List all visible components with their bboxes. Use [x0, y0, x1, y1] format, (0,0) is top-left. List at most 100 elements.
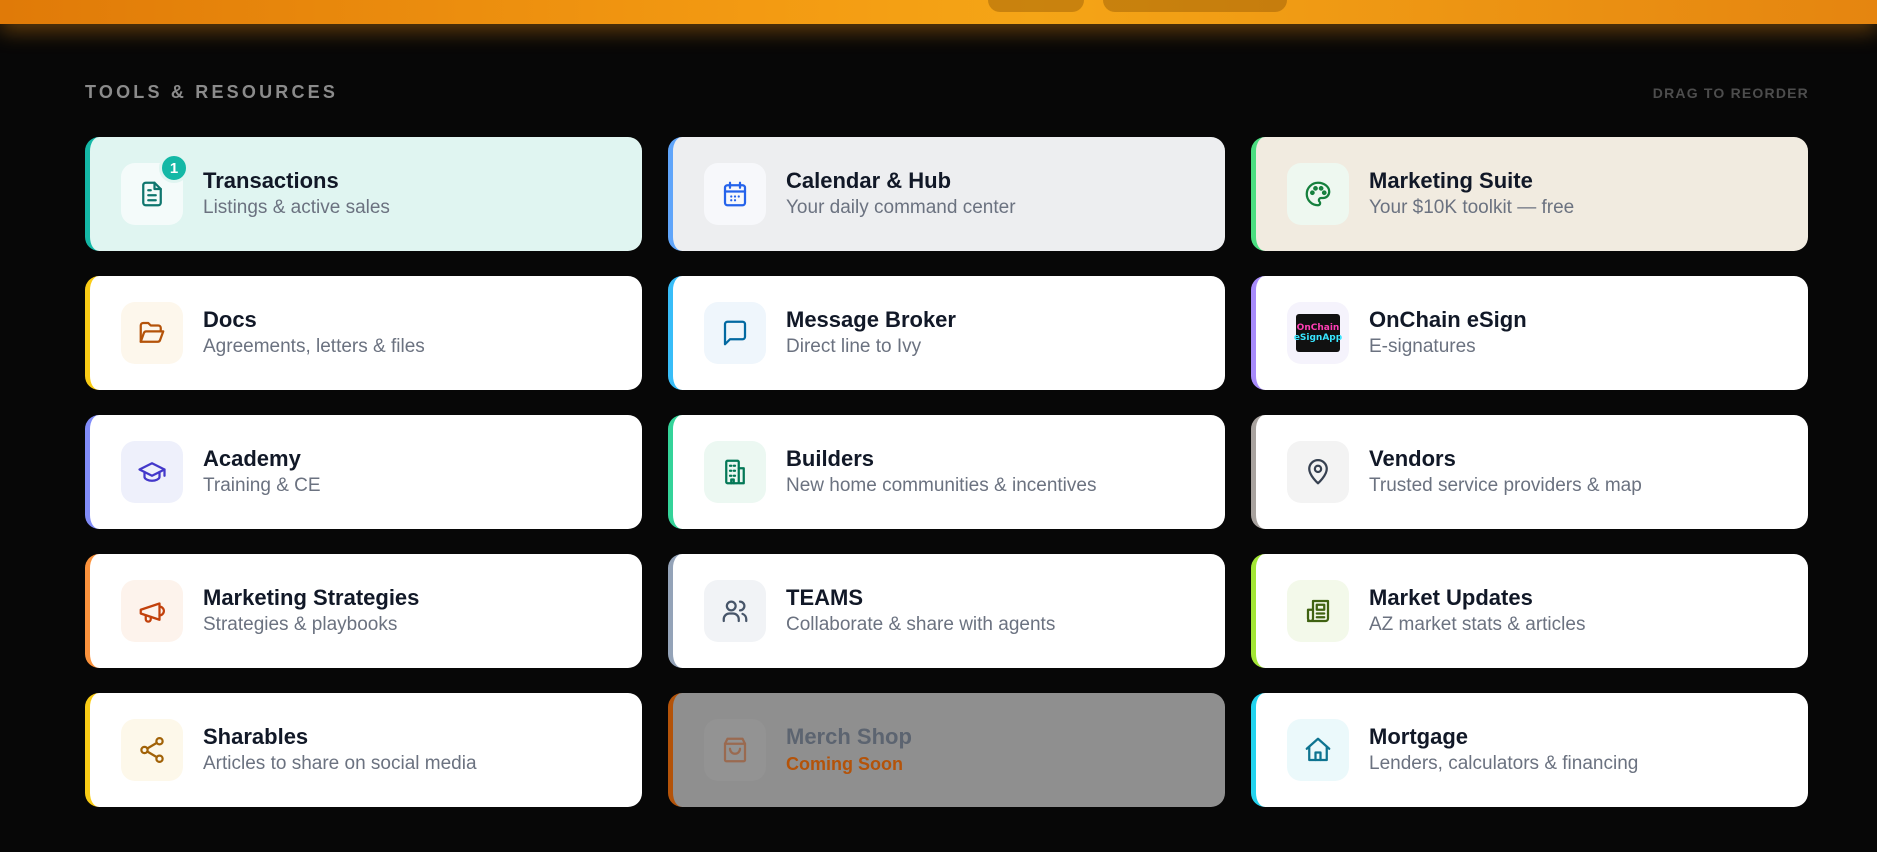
- card-text: Message Broker Direct line to Ivy: [786, 306, 956, 360]
- card-calendar-hub[interactable]: Calendar & Hub Your daily command center: [668, 137, 1225, 251]
- card-subtitle: Your $10K toolkit — free: [1369, 197, 1575, 218]
- building-icon: [720, 457, 750, 487]
- card-text: Transactions Listings & active sales: [203, 167, 390, 221]
- card-subtitle: Agreements, letters & files: [203, 336, 425, 357]
- card-text: Marketing Suite Your $10K toolkit — free: [1369, 167, 1574, 221]
- card-title: Vendors: [1369, 446, 1456, 471]
- logo-text: OnChain: [1296, 323, 1340, 333]
- icon-box: OnChain eSignApp: [1287, 302, 1349, 364]
- card-title: OnChain eSign: [1369, 307, 1527, 332]
- card-subtitle: Articles to share on social media: [203, 753, 477, 774]
- card-subtitle: Strategies & playbooks: [203, 614, 398, 635]
- card-subtitle: New home communities & incentives: [786, 475, 1097, 496]
- section-title: TOOLS & RESOURCES: [85, 82, 339, 102]
- card-subtitle: Your daily command center: [786, 197, 1016, 218]
- card-title: Message Broker: [786, 307, 956, 332]
- esign-logo-icon: OnChain eSignApp: [1293, 314, 1343, 352]
- card-merch-shop: Merch Shop Coming Soon: [668, 693, 1225, 807]
- card-subtitle: Listings & active sales: [203, 197, 390, 218]
- card-text: Marketing Strategies Strategies & playboo…: [203, 584, 419, 638]
- icon-box: [704, 441, 766, 503]
- banner-button[interactable]: [1103, 0, 1287, 12]
- notification-badge: 1: [159, 153, 189, 183]
- card-mortgage[interactable]: Mortgage Lenders, calculators & financing: [1251, 693, 1808, 807]
- card-text: Vendors Trusted service providers & map: [1369, 445, 1642, 499]
- card-subtitle: Direct line to Ivy: [786, 336, 922, 357]
- card-subtitle: Lenders, calculators & financing: [1369, 753, 1639, 774]
- map-pin-icon: [1303, 457, 1333, 487]
- card-text: OnChain eSign E-signatures: [1369, 306, 1527, 360]
- icon-box: [704, 719, 766, 781]
- card-text: Builders New home communities & incentive…: [786, 445, 1096, 499]
- folder-icon: [137, 318, 167, 348]
- icon-box: 1: [121, 153, 189, 225]
- section-header: TOOLS & RESOURCES DRAG TO REORDER: [85, 82, 1809, 103]
- card-title: Marketing Suite: [1369, 168, 1533, 193]
- icon-box: [1287, 163, 1349, 225]
- card-title: Marketing Strategies: [203, 585, 420, 610]
- chat-icon: [720, 318, 750, 348]
- card-title: Sharables: [203, 724, 309, 749]
- card-title: Academy: [203, 446, 301, 471]
- tools-grid: 1 Transactions Listings & active sales Cale…: [85, 137, 1809, 807]
- users-icon: [720, 596, 750, 626]
- megaphone-icon: [137, 596, 167, 626]
- card-text: Docs Agreements, letters & files: [203, 306, 425, 360]
- card-title: TEAMS: [786, 585, 863, 610]
- icon-box: [1287, 719, 1349, 781]
- icon-box: [1287, 580, 1349, 642]
- icon-box: [704, 580, 766, 642]
- shopping-bag-icon: [720, 735, 750, 765]
- newspaper-icon: [1303, 596, 1333, 626]
- card-vendors[interactable]: Vendors Trusted service providers & map: [1251, 415, 1808, 529]
- card-text: Market Updates AZ market stats & articles: [1369, 584, 1585, 638]
- logo-text: eSignApp: [1293, 333, 1343, 343]
- share-icon: [137, 735, 167, 765]
- card-marketing-suite[interactable]: Marketing Suite Your $10K toolkit — free: [1251, 137, 1808, 251]
- card-subtitle: Trusted service providers & map: [1369, 475, 1642, 496]
- icon-box: [1287, 441, 1349, 503]
- card-academy[interactable]: Academy Training & CE: [85, 415, 642, 529]
- card-market-updates[interactable]: Market Updates AZ market stats & articles: [1251, 554, 1808, 668]
- card-transactions[interactable]: 1 Transactions Listings & active sales: [85, 137, 642, 251]
- card-subtitle: Training & CE: [203, 475, 321, 496]
- icon-box: [121, 302, 183, 364]
- card-title: Mortgage: [1369, 724, 1468, 749]
- top-banner: [0, 0, 1877, 24]
- card-title: Merch Shop: [786, 724, 912, 749]
- card-subtitle: AZ market stats & articles: [1369, 614, 1586, 635]
- icon-box: [121, 441, 183, 503]
- card-teams[interactable]: TEAMS Collaborate & share with agents: [668, 554, 1225, 668]
- document-icon: [137, 179, 167, 209]
- calendar-icon: [720, 179, 750, 209]
- card-subtitle: E-signatures: [1369, 336, 1476, 357]
- card-title: Docs: [203, 307, 257, 332]
- card-text: Academy Training & CE: [203, 445, 321, 499]
- card-subtitle: Collaborate & share with agents: [786, 614, 1056, 635]
- card-text: Calendar & Hub Your daily command center: [786, 167, 1016, 221]
- icon-box: [704, 163, 766, 225]
- card-title: Builders: [786, 446, 875, 471]
- icon-box: [121, 580, 183, 642]
- card-text: Mortgage Lenders, calculators & financing: [1369, 723, 1638, 777]
- coming-soon-label: Coming Soon: [786, 754, 903, 774]
- card-marketing-strategies[interactable]: Marketing Strategies Strategies & playboo…: [85, 554, 642, 668]
- card-text: Merch Shop Coming Soon: [786, 723, 912, 777]
- card-message-broker[interactable]: Message Broker Direct line to Ivy: [668, 276, 1225, 390]
- icon-box: [121, 719, 183, 781]
- card-docs[interactable]: Docs Agreements, letters & files: [85, 276, 642, 390]
- icon-box: [704, 302, 766, 364]
- card-builders[interactable]: Builders New home communities & incentive…: [668, 415, 1225, 529]
- graduation-cap-icon: [137, 457, 167, 487]
- card-text: Sharables Articles to share on social med…: [203, 723, 477, 777]
- palette-icon: [1303, 179, 1333, 209]
- card-sharables[interactable]: Sharables Articles to share on social med…: [85, 693, 642, 807]
- card-text: TEAMS Collaborate & share with agents: [786, 584, 1055, 638]
- drag-hint: DRAG TO REORDER: [1652, 84, 1809, 101]
- card-onchain-esign[interactable]: OnChain eSignApp OnChain eSign E-signatures: [1251, 276, 1808, 390]
- banner-button[interactable]: [988, 0, 1084, 12]
- home-icon: [1303, 735, 1333, 765]
- card-title: Calendar & Hub: [786, 168, 952, 193]
- card-title: Market Updates: [1369, 585, 1533, 610]
- card-title: Transactions: [203, 168, 339, 193]
